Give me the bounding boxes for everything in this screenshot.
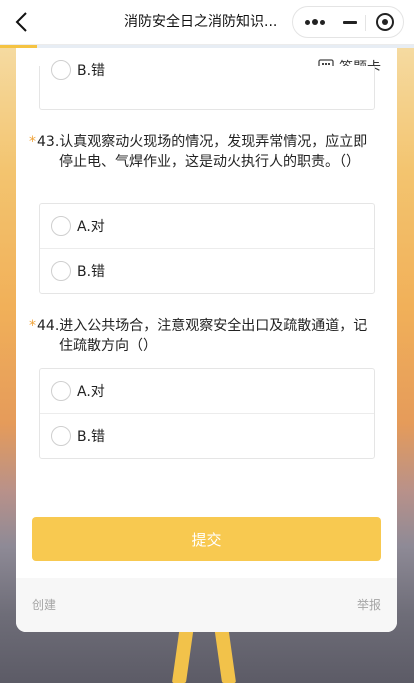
navigation-bar: 消防安全日之消防知识...	[0, 0, 414, 45]
option-row[interactable]: B.错	[40, 413, 374, 458]
question-44-options: A.对 B.错	[39, 368, 375, 459]
radio-button[interactable]	[51, 426, 71, 446]
question-text: 43.认真观察动火现场的情况，发现弄常情况，应立即停止电、气焊作业，这是动火执行…	[37, 134, 368, 170]
card-footer: 创建 举报	[16, 578, 397, 632]
option-label: B.错	[77, 62, 106, 79]
back-button[interactable]	[8, 8, 36, 36]
radio-button[interactable]	[51, 216, 71, 236]
prev-question-options: B.错	[39, 59, 375, 110]
submit-button[interactable]: 提交	[32, 517, 381, 561]
mini-program-capsule	[292, 6, 404, 38]
question-text: 44.进入公共场合，注意观察安全出口及疏散通道，记住疏散方向（）	[37, 318, 368, 354]
option-row[interactable]: B.错	[40, 248, 374, 293]
required-mark: *	[29, 134, 36, 150]
question-44: * 44.进入公共场合，注意观察安全出口及疏散通道，记住疏散方向（）	[29, 316, 381, 356]
required-mark: *	[29, 318, 36, 334]
page-title: 消防安全日之消防知识...	[124, 14, 278, 30]
more-button[interactable]	[295, 7, 333, 37]
question-43: * 43.认真观察动火现场的情况，发现弄常情况，应立即停止电、气焊作业，这是动火…	[29, 132, 381, 172]
create-link[interactable]: 创建	[32, 596, 56, 613]
question-43-options: A.对 B.错	[39, 203, 375, 294]
option-label: A.对	[77, 219, 105, 235]
road-line-right	[213, 625, 237, 683]
radio-button[interactable]	[51, 381, 71, 401]
option-row[interactable]: A.对	[40, 204, 374, 248]
option-label: B.错	[77, 429, 106, 445]
option-label: A.对	[77, 384, 105, 400]
close-button[interactable]	[369, 7, 401, 37]
back-arrow-icon	[15, 12, 27, 32]
report-link[interactable]: 举报	[357, 596, 381, 613]
option-row[interactable]: B.错	[40, 48, 374, 91]
option-row[interactable]: A.对	[40, 369, 374, 413]
capsule-divider	[365, 15, 366, 31]
minimize-button[interactable]	[335, 7, 365, 37]
option-label: B.错	[77, 264, 106, 280]
quiz-card: 答题卡 B.错 * 43.认真观察动火现场的情况，发现弄常情况，应立即停止电、气…	[16, 48, 397, 632]
radio-button[interactable]	[51, 261, 71, 281]
road-line-left	[171, 625, 195, 683]
radio-button[interactable]	[51, 59, 71, 80]
minimize-icon	[343, 21, 357, 24]
